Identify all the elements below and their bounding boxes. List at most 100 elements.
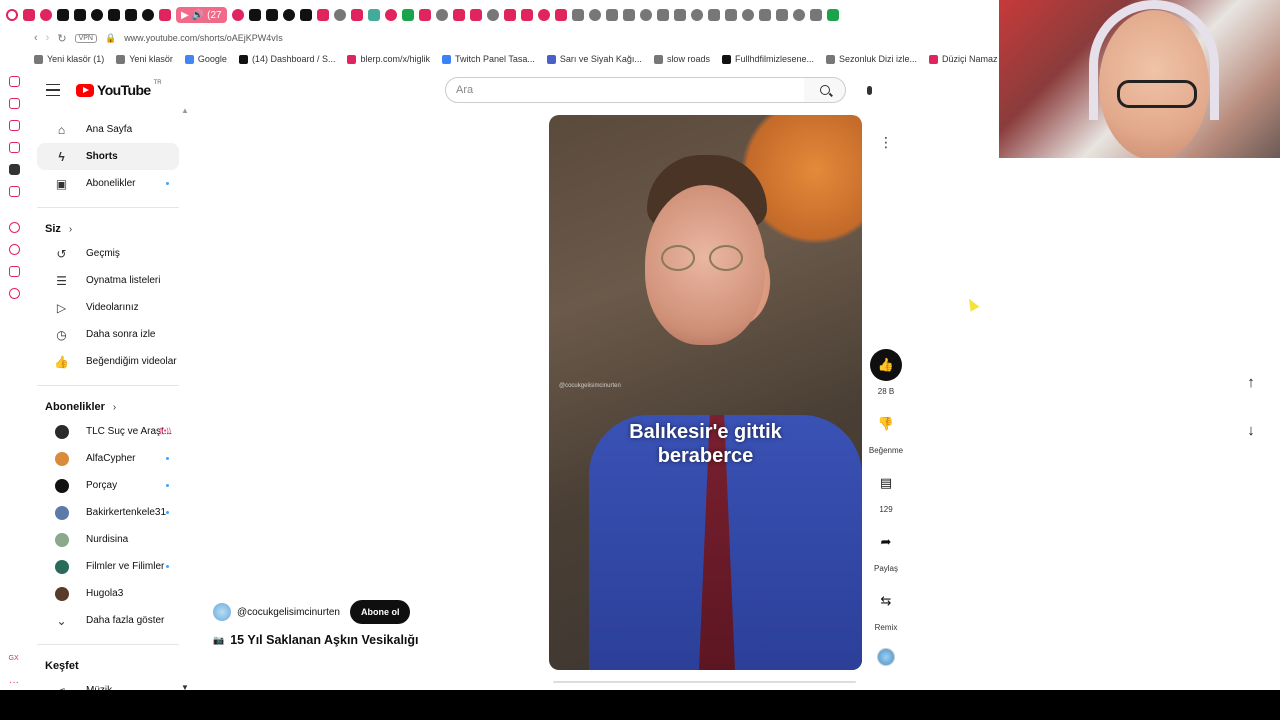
- sidebar-item[interactable]: Filmler ve Filimler: [37, 553, 179, 580]
- tab-favicon-icon[interactable]: [622, 9, 635, 21]
- back-icon[interactable]: ‹: [34, 32, 38, 44]
- tab-favicon-icon[interactable]: [142, 9, 154, 21]
- share-icon[interactable]: ➦: [870, 526, 902, 558]
- shorts-video-player[interactable]: @cocukgelisimcinurten Balıkesir'e gittik…: [549, 115, 862, 670]
- tab-favicon-icon[interactable]: [775, 9, 788, 21]
- like-icon[interactable]: 👍: [870, 349, 902, 381]
- tab-favicon-icon[interactable]: [401, 9, 414, 21]
- sidebar-item[interactable]: ⌂ Ana Sayfa: [37, 116, 179, 143]
- messenger-icon[interactable]: [8, 98, 20, 109]
- dislike-icon[interactable]: 👎: [870, 408, 902, 440]
- subscribe-button[interactable]: Abone ol: [349, 600, 411, 624]
- section-explore[interactable]: Keşfet: [28, 655, 188, 677]
- tab-favicon-icon[interactable]: [418, 9, 431, 21]
- history-rail-icon[interactable]: [8, 244, 20, 255]
- tab-favicon-icon[interactable]: [299, 9, 312, 21]
- sidebar-scroll-up-icon[interactable]: ▲: [181, 106, 189, 115]
- tab-favicon-icon[interactable]: [792, 9, 805, 21]
- player-icon[interactable]: [8, 222, 20, 233]
- tab-favicon-icon[interactable]: [435, 9, 448, 21]
- tab-favicon-icon[interactable]: [57, 9, 69, 21]
- feed-icon[interactable]: [8, 120, 20, 131]
- active-tab[interactable]: ▶ 🔊 (27: [176, 7, 227, 23]
- tab-favicon-icon[interactable]: [23, 9, 35, 21]
- tab-favicon-icon[interactable]: [639, 9, 652, 21]
- sidebar-item[interactable]: Porçay: [37, 472, 179, 499]
- tab-favicon-icon[interactable]: [384, 9, 397, 21]
- app-icon[interactable]: [8, 164, 20, 175]
- youtube-logo[interactable]: YouTube TR: [76, 80, 162, 98]
- tab-favicon-icon[interactable]: [656, 9, 669, 21]
- mail-icon[interactable]: [8, 142, 20, 153]
- more-options-icon[interactable]: ⋮: [872, 128, 900, 156]
- previous-short-button[interactable]: ↑: [1236, 367, 1266, 397]
- extensions-icon[interactable]: [8, 266, 20, 277]
- tab-favicon-icon[interactable]: [265, 9, 278, 21]
- tab-favicon-icon[interactable]: [159, 9, 171, 21]
- next-short-button[interactable]: ↓: [1236, 415, 1266, 445]
- menu-icon[interactable]: [46, 84, 60, 96]
- sidebar-item[interactable]: ⌄ Daha fazla göster: [37, 607, 179, 634]
- tab-favicon-icon[interactable]: [350, 9, 363, 21]
- tab-favicon-icon[interactable]: [125, 9, 137, 21]
- channel-avatar[interactable]: [213, 603, 231, 621]
- tab-favicon-icon[interactable]: [588, 9, 601, 21]
- dislike-action[interactable]: 👎 Beğenme: [860, 408, 912, 455]
- vpn-badge[interactable]: VPN: [74, 33, 97, 43]
- bookmark-sidebar-icon[interactable]: [8, 76, 20, 87]
- tab-favicon-icon[interactable]: [91, 9, 103, 21]
- remix-icon[interactable]: ⇆: [870, 585, 902, 617]
- comment-icon[interactable]: ▤: [870, 467, 902, 499]
- tab-favicon-icon[interactable]: [707, 9, 720, 21]
- sidebar-item[interactable]: ☰ Oynatma listeleri: [37, 267, 179, 294]
- like-action[interactable]: 👍 28 B: [860, 349, 912, 396]
- settings-icon[interactable]: [8, 288, 20, 299]
- sidebar-item[interactable]: ♫Müzik: [37, 677, 179, 691]
- tab-favicon-icon[interactable]: [809, 9, 822, 21]
- bookmark-item[interactable]: Twitch Panel Tasa...: [442, 54, 535, 64]
- more-rail-icon[interactable]: ···: [9, 677, 19, 688]
- bookmark-item[interactable]: Fullhdfilmizlesene...: [721, 54, 814, 64]
- tab-favicon-icon[interactable]: [333, 9, 346, 21]
- tab-favicon-icon[interactable]: [826, 9, 839, 21]
- tab-favicon-icon[interactable]: [724, 9, 737, 21]
- bookmark-item[interactable]: Yeni klasör (1): [34, 54, 104, 64]
- channel-handle[interactable]: @cocukgelisimcinurten: [237, 607, 340, 618]
- share-action[interactable]: ➦ Paylaş: [860, 526, 912, 573]
- tab-favicon-icon[interactable]: [690, 9, 703, 21]
- tab-favicon-icon[interactable]: [452, 9, 465, 21]
- sidebar-item[interactable]: ↺ Geçmiş: [37, 240, 179, 267]
- bookmark-item[interactable]: Düziçi Namaz Vak: [929, 54, 1000, 64]
- audio-playing-icon[interactable]: 🔊: [192, 10, 204, 21]
- tab-favicon-icon[interactable]: [605, 9, 618, 21]
- twitch-icon[interactable]: [8, 186, 20, 197]
- comments-action[interactable]: ▤ 129: [860, 467, 912, 514]
- sidebar-item[interactable]: ϟ Shorts: [37, 143, 179, 170]
- sidebar-item[interactable]: TLC Suç ve Araşt... ((•)): [37, 418, 179, 445]
- sound-channel-avatar[interactable]: [877, 648, 895, 666]
- tab-favicon-icon[interactable]: [316, 9, 329, 21]
- tab-favicon-icon[interactable]: [758, 9, 771, 21]
- section-you[interactable]: Siz ›: [28, 218, 188, 240]
- sidebar-item[interactable]: Nurdisina: [37, 526, 179, 553]
- tab-favicon-icon[interactable]: [537, 9, 550, 21]
- bookmark-item[interactable]: Sezonluk Dizi izle...: [826, 54, 917, 64]
- reload-icon[interactable]: ↻: [57, 32, 66, 45]
- sidebar-item[interactable]: Hugola3: [37, 580, 179, 607]
- remix-action[interactable]: ⇆ Remix: [860, 585, 912, 632]
- search-button[interactable]: [804, 77, 846, 103]
- tab-favicon-icon[interactable]: [554, 9, 567, 21]
- section-subscriptions[interactable]: Abonelikler ›: [28, 396, 188, 418]
- gx-icon[interactable]: GX: [9, 655, 20, 666]
- tab-favicon-icon[interactable]: [673, 9, 686, 21]
- bookmark-item[interactable]: slow roads: [653, 54, 710, 64]
- sidebar-item[interactable]: ◷ Daha sonra izle: [37, 321, 179, 348]
- tab-favicon-icon[interactable]: [571, 9, 584, 21]
- short-title[interactable]: 15 Yıl Saklanan Aşkın Vesikalığı: [230, 633, 418, 647]
- sidebar-item[interactable]: 👍 Beğendiğim videolar: [37, 348, 179, 375]
- tab-favicon-icon[interactable]: [248, 9, 261, 21]
- tab-favicon-icon[interactable]: [40, 9, 52, 21]
- tab-favicon-icon[interactable]: [503, 9, 516, 21]
- bookmark-item[interactable]: Yeni klasör: [116, 54, 173, 64]
- sidebar-item[interactable]: ▷ Videolarınız: [37, 294, 179, 321]
